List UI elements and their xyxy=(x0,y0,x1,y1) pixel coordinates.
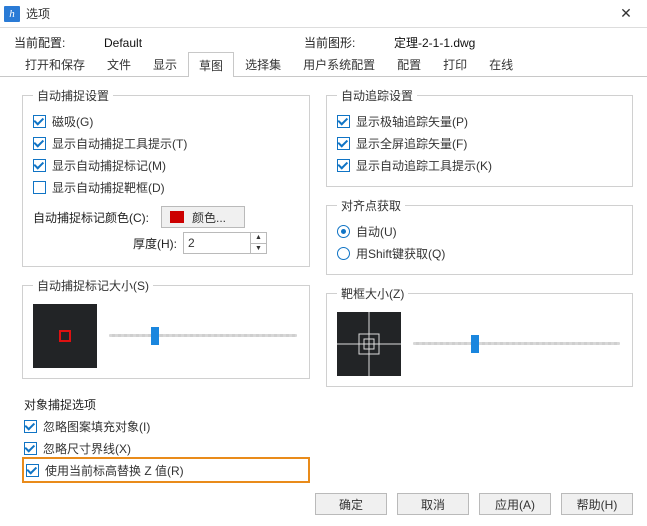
autosnap-magnet-label: 磁吸(G) xyxy=(52,113,93,130)
polar-vector-checkbox[interactable] xyxy=(337,115,350,128)
current-drawing-label: 当前图形: xyxy=(304,34,394,51)
title-bar: h 选项 ✕ xyxy=(0,0,647,28)
aperture-preview xyxy=(337,312,401,376)
autotrack-tooltip-checkbox[interactable] xyxy=(337,159,350,172)
chevron-down-icon[interactable]: ▼ xyxy=(251,243,266,254)
apply-button[interactable]: 应用(A) xyxy=(479,493,551,515)
thickness-label: 厚度(H): xyxy=(117,235,177,252)
alignment-shift-label: 用Shift键获取(Q) xyxy=(356,245,445,262)
header-row: 当前配置: Default 当前图形: 定理-2-1-1.dwg xyxy=(0,28,647,53)
ignore-hatch-label: 忽略图案填充对象(I) xyxy=(43,418,150,435)
color-swatch-icon xyxy=(170,211,184,223)
tabs: 打开和保存 文件 显示 草图 选择集 用户系统配置 配置 打印 在线 xyxy=(0,53,647,77)
autosnap-color-button[interactable]: 颜色... xyxy=(161,206,245,228)
ok-button[interactable]: 确定 xyxy=(315,493,387,515)
alignment-auto-label: 自动(U) xyxy=(356,223,397,240)
marker-size-group: 自动捕捉标记大小(S) xyxy=(22,277,310,379)
tab-open-save[interactable]: 打开和保存 xyxy=(14,51,96,76)
help-button[interactable]: 帮助(H) xyxy=(561,493,633,515)
current-profile-label: 当前配置: xyxy=(14,34,104,51)
autosnap-aperture-checkbox[interactable] xyxy=(33,181,46,194)
autosnap-tooltip-label: 显示自动捕捉工具提示(T) xyxy=(52,135,187,152)
thickness-stepper[interactable]: 2 ▲ ▼ xyxy=(183,232,267,254)
cancel-button[interactable]: 取消 xyxy=(397,493,469,515)
tab-files[interactable]: 文件 xyxy=(96,51,142,76)
alignment-auto-radio[interactable] xyxy=(337,225,350,238)
ignore-ext-lines-label: 忽略尺寸界线(X) xyxy=(43,440,131,457)
tab-online[interactable]: 在线 xyxy=(478,51,524,76)
autosnap-color-button-text: 颜色... xyxy=(192,209,226,226)
object-snap-title: 对象捕捉选项 xyxy=(24,393,308,415)
app-icon: h xyxy=(4,6,20,22)
marker-preview xyxy=(33,304,97,368)
ignore-hatch-checkbox[interactable] xyxy=(24,420,37,433)
autotrack-group: 自动追踪设置 显示极轴追踪矢量(P) 显示全屏追踪矢量(F) 显示自动追踪工具提… xyxy=(326,87,633,187)
alignment-legend: 对齐点获取 xyxy=(337,197,405,214)
autosnap-magnet-checkbox[interactable] xyxy=(33,115,46,128)
autosnap-color-label: 自动捕捉标记颜色(C): xyxy=(33,209,155,226)
close-icon[interactable]: ✕ xyxy=(611,3,641,25)
chevron-up-icon[interactable]: ▲ xyxy=(251,233,266,243)
autotrack-legend: 自动追踪设置 xyxy=(337,87,417,104)
aperture-size-slider[interactable] xyxy=(411,334,622,354)
object-snap-options: 对象捕捉选项 忽略图案填充对象(I) 忽略尺寸界线(X) 使用当前标高替换 Z … xyxy=(22,389,310,483)
autotrack-tooltip-label: 显示自动追踪工具提示(K) xyxy=(356,157,492,174)
autosnap-aperture-label: 显示自动捕捉靶框(D) xyxy=(52,179,165,196)
autosnap-marker-checkbox[interactable] xyxy=(33,159,46,172)
thickness-value: 2 xyxy=(184,233,250,253)
marker-size-legend: 自动捕捉标记大小(S) xyxy=(33,277,153,294)
aperture-size-group: 靶框大小(Z) xyxy=(326,285,633,387)
tab-selection[interactable]: 选择集 xyxy=(234,51,292,76)
tab-user-prefs[interactable]: 用户系统配置 xyxy=(292,51,386,76)
tab-profiles[interactable]: 配置 xyxy=(386,51,432,76)
autosnap-legend: 自动捕捉设置 xyxy=(33,87,113,104)
tab-plot[interactable]: 打印 xyxy=(432,51,478,76)
fullscreen-vector-checkbox[interactable] xyxy=(337,137,350,150)
tab-display[interactable]: 显示 xyxy=(142,51,188,76)
alignment-group: 对齐点获取 自动(U) 用Shift键获取(Q) xyxy=(326,197,633,275)
marker-red-square-icon xyxy=(59,330,71,342)
ignore-ext-lines-checkbox[interactable] xyxy=(24,442,37,455)
replace-z-checkbox[interactable] xyxy=(26,464,39,477)
marker-size-slider[interactable] xyxy=(107,326,299,346)
replace-z-label: 使用当前标高替换 Z 值(R) xyxy=(45,462,184,479)
alignment-shift-radio[interactable] xyxy=(337,247,350,260)
fullscreen-vector-label: 显示全屏追踪矢量(F) xyxy=(356,135,467,152)
tab-drafting[interactable]: 草图 xyxy=(188,52,234,77)
dialog-footer: 确定 取消 应用(A) 帮助(H) xyxy=(0,485,647,525)
window-title: 选项 xyxy=(26,5,50,22)
current-profile-value: Default xyxy=(104,36,142,50)
autosnap-group: 自动捕捉设置 磁吸(G) 显示自动捕捉工具提示(T) 显示自动捕捉标记(M) 显… xyxy=(22,87,310,267)
current-drawing-value: 定理-2-1-1.dwg xyxy=(394,34,475,51)
polar-vector-label: 显示极轴追踪矢量(P) xyxy=(356,113,468,130)
aperture-size-legend: 靶框大小(Z) xyxy=(337,285,408,302)
autosnap-marker-label: 显示自动捕捉标记(M) xyxy=(52,157,166,174)
autosnap-tooltip-checkbox[interactable] xyxy=(33,137,46,150)
crosshair-icon xyxy=(337,312,401,376)
